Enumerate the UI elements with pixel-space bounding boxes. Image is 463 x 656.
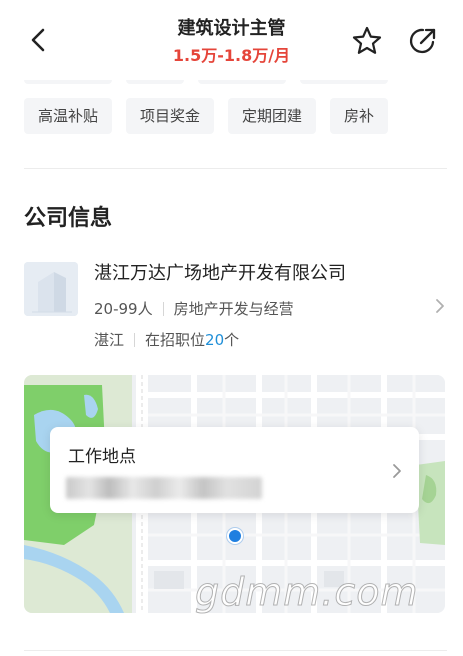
benefit-tag: 高温补贴	[24, 98, 113, 134]
meta-separator	[134, 333, 136, 347]
chevron-right-icon	[436, 299, 444, 313]
work-location-card[interactable]: 工作地点	[50, 427, 419, 513]
company-logo	[24, 262, 78, 316]
company-city: 湛江	[94, 331, 125, 349]
company-section-title: 公司信息	[24, 206, 113, 231]
company-size: 20-99人	[94, 300, 153, 318]
chevron-right-icon	[393, 464, 401, 478]
section-divider	[24, 168, 447, 169]
title-block: 建筑设计主管 1.5万-1.8万/月	[100, 16, 363, 68]
positions-suffix: 个	[224, 331, 240, 349]
job-title: 建筑设计主管	[177, 18, 286, 39]
benefit-tag: 项目奖金	[126, 98, 215, 134]
star-icon[interactable]	[351, 25, 383, 57]
share-icon[interactable]	[408, 26, 438, 56]
work-location-label: 工作地点	[68, 447, 136, 467]
company-name: 湛江万达广场地产开发有限公司	[94, 263, 346, 284]
benefit-tags: 高温补贴 项目奖金 定期团建 房补	[24, 98, 389, 134]
company-meta: 20-99人 房地产开发与经营	[94, 297, 294, 321]
meta-separator	[162, 302, 164, 316]
positions-count: 20	[205, 331, 225, 349]
company-industry: 房地产开发与经营	[173, 300, 294, 318]
positions-prefix: 在招职位	[145, 331, 206, 349]
location-pin-icon	[227, 528, 243, 544]
benefit-tag: 定期团建	[228, 98, 317, 134]
building-icon	[24, 262, 78, 316]
watermark: gdmm.com	[195, 570, 419, 615]
section-divider	[24, 650, 447, 651]
blurred-address	[66, 477, 262, 499]
salary-range: 1.5万-1.8万/月	[172, 46, 291, 65]
benefit-tag: 房补	[330, 98, 389, 134]
company-meta-secondary: 湛江 在招职位 20 个	[94, 328, 239, 352]
header-bar: 建筑设计主管 1.5万-1.8万/月	[0, 0, 463, 80]
back-arrow-icon[interactable]	[24, 26, 52, 54]
